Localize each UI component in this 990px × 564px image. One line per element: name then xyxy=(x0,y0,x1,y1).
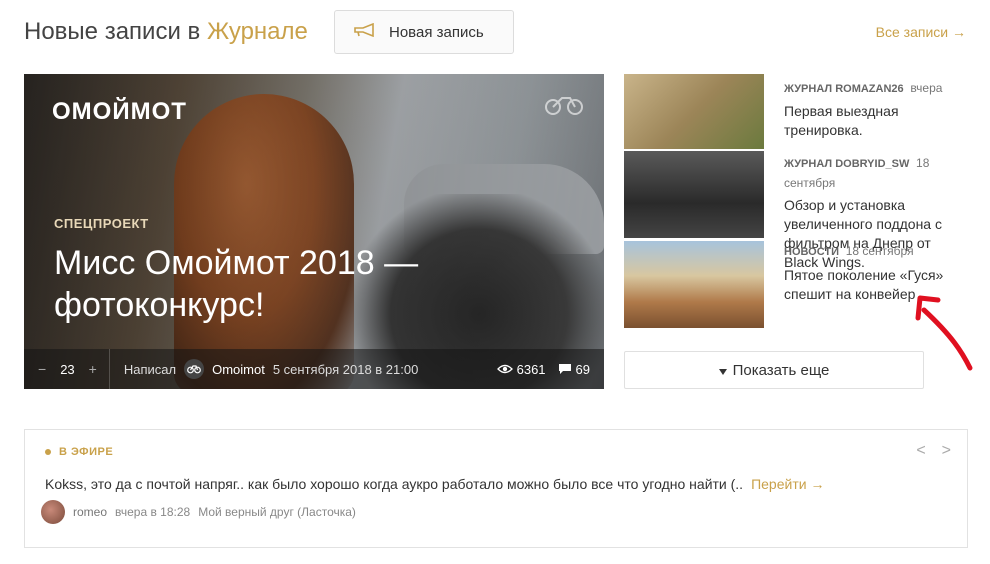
featured-info-bar: − 23 + Написал Omoimot 5 сентября 2018 в… xyxy=(24,349,604,389)
all-posts-link[interactable]: Все записи → xyxy=(876,24,966,40)
side-post-source[interactable]: НОВОСТИ xyxy=(784,246,839,258)
motorcycle-icon xyxy=(544,92,584,116)
vote-count: 23 xyxy=(60,361,75,377)
live-message: Kokss, это да с почтой напряг.. как было… xyxy=(45,476,824,492)
live-message-text[interactable]: Kokss, это да с почтой напряг.. как было… xyxy=(45,476,743,492)
post-category[interactable]: СПЕЦПРОЕКТ xyxy=(54,216,149,231)
author-avatar-icon xyxy=(184,359,205,379)
vote-widget: − 23 + xyxy=(24,349,110,389)
comments-stat[interactable]: 69 xyxy=(558,362,590,377)
comments-count: 69 xyxy=(575,361,590,377)
views-stat: 6361 xyxy=(496,361,546,377)
side-post-title[interactable]: Первая выездная тренировка. xyxy=(784,102,954,140)
featured-post[interactable]: ОМОЙМОТ СПЕЦПРОЕКТ Мисс Омоймот 2018 — ф… xyxy=(24,74,604,389)
views-count: 6361 xyxy=(516,361,546,377)
live-meta: romeo вчера в 18:28 Мой верный друг (Лас… xyxy=(41,500,356,524)
page-title-prefix: Новые записи в xyxy=(24,18,207,45)
username[interactable]: romeo xyxy=(73,505,107,519)
featured-title[interactable]: Мисс Омоймот 2018 — фотоконкурс! xyxy=(54,242,474,326)
omoimot-logo: ОМОЙМОТ xyxy=(52,98,187,125)
new-post-button[interactable]: Новая запись xyxy=(334,10,514,54)
new-post-label: Новая запись xyxy=(389,23,484,41)
post-stats: 6361 69 xyxy=(496,361,604,377)
red-annotation-arrow-icon xyxy=(915,295,973,371)
page-title: Новые записи в Журнале xyxy=(24,18,308,46)
post-date: 5 сентября 2018 в 21:00 xyxy=(272,361,419,377)
side-post-time: вчера xyxy=(910,81,943,95)
live-nav: < > xyxy=(916,442,951,460)
side-post-time: 18 сентября xyxy=(845,244,914,258)
show-more-button[interactable]: Показать еще xyxy=(624,351,924,389)
eye-icon xyxy=(496,364,513,374)
horn-icon xyxy=(353,22,377,41)
comment-icon xyxy=(558,364,571,374)
side-post-source[interactable]: ЖУРНАЛ ROMAZAN26 xyxy=(784,83,904,95)
side-post-meta: ЖУРНАЛ ROMAZAN26 вчера xyxy=(784,81,942,95)
live-label: В ЭФИРЕ xyxy=(45,446,113,458)
live-label-text: В ЭФИРЕ xyxy=(59,446,114,458)
go-link[interactable]: Перейти → xyxy=(751,476,824,492)
topic-link[interactable]: Мой верный друг (Ласточка) xyxy=(198,505,356,519)
author-name[interactable]: Omoimot xyxy=(212,362,265,377)
vote-down-button[interactable]: − xyxy=(38,361,46,377)
byline: Написал Omoimot 5 сентября 2018 в 21:00 xyxy=(110,359,419,379)
post-thumbnail[interactable] xyxy=(624,74,764,149)
page-title-journal[interactable]: Журнале xyxy=(207,18,308,45)
avatar[interactable] xyxy=(41,500,65,524)
side-post-title[interactable]: Обзор и установка увеличенного поддона с… xyxy=(784,196,954,272)
vote-up-button[interactable]: + xyxy=(89,361,97,377)
next-button[interactable]: > xyxy=(942,442,951,460)
post-thumbnail[interactable] xyxy=(624,241,764,328)
live-dot-icon xyxy=(45,449,51,455)
side-post-meta: НОВОСТИ 18 сентября xyxy=(784,244,914,258)
live-feed: В ЭФИРЕ < > Kokss, это да с почтой напря… xyxy=(24,429,968,548)
previous-button[interactable]: < xyxy=(916,442,925,460)
caret-down-icon xyxy=(718,362,727,379)
side-post-meta: ЖУРНАЛ DOBRYID_SW 18 сентября xyxy=(784,154,954,193)
message-time: вчера в 18:28 xyxy=(115,505,191,519)
show-more-label: Показать еще xyxy=(732,361,830,379)
side-post-source[interactable]: ЖУРНАЛ DOBRYID_SW xyxy=(784,158,909,170)
post-thumbnail[interactable] xyxy=(624,151,764,238)
written-by-label: Написал xyxy=(123,361,177,377)
